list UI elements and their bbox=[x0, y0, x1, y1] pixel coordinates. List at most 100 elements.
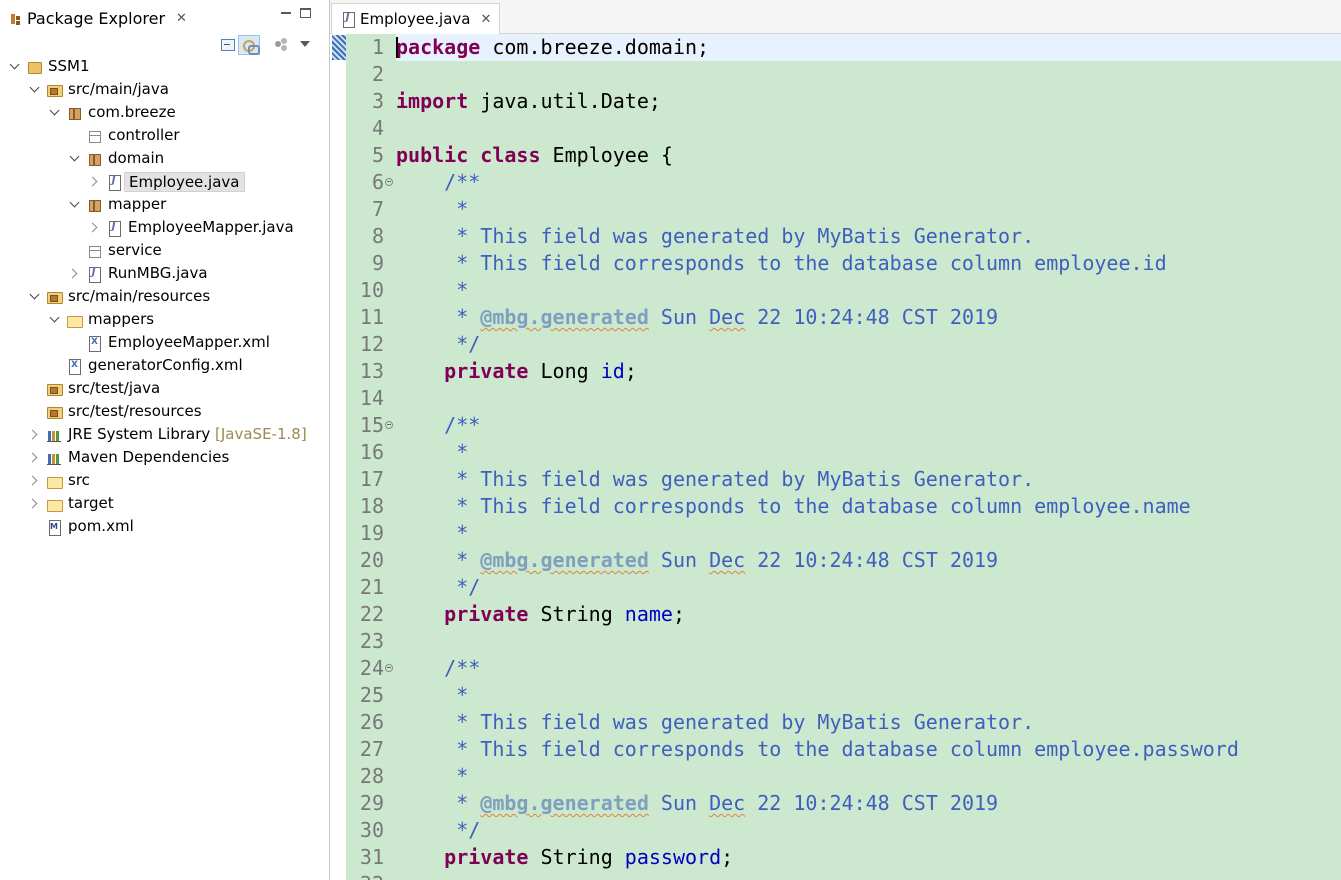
chevron-down-icon[interactable] bbox=[68, 197, 82, 211]
text-caret bbox=[396, 37, 398, 58]
chevron-right-icon[interactable] bbox=[28, 496, 42, 510]
view-menu-icon[interactable] bbox=[298, 35, 312, 55]
chevron-down-icon[interactable] bbox=[28, 82, 42, 96]
package-explorer-tab[interactable]: Package Explorer ✕ bbox=[4, 3, 193, 34]
tree-item[interactable]: SSM1 bbox=[0, 55, 329, 78]
line-number: 2 bbox=[371, 62, 384, 86]
chevron-right-icon[interactable] bbox=[28, 473, 42, 487]
code-token: /** bbox=[396, 656, 481, 680]
line-number: 11 bbox=[359, 305, 384, 329]
code-token: 22 10:24:48 CST 2019 bbox=[745, 548, 999, 572]
tree-item[interactable]: Employee.java bbox=[0, 170, 329, 193]
empty-package-icon bbox=[86, 128, 102, 144]
line-number: 27 bbox=[359, 737, 384, 761]
tree-item-label: src/test/resources bbox=[68, 402, 202, 420]
link-with-editor-icon[interactable] bbox=[238, 35, 260, 55]
tree-item[interactable]: pom.xml bbox=[0, 515, 329, 538]
tree-item-label: EmployeeMapper.java bbox=[128, 218, 294, 236]
code-token: com.breeze.domain; bbox=[480, 35, 710, 59]
code-token: private bbox=[444, 845, 529, 869]
chevron-right-icon[interactable] bbox=[68, 266, 82, 280]
code-token: * This field corresponds to the database… bbox=[396, 494, 1191, 518]
close-icon[interactable]: ✕ bbox=[481, 12, 492, 27]
maven-pom-icon bbox=[46, 519, 62, 536]
tree-item[interactable]: src/main/resources bbox=[0, 285, 329, 308]
source-folder-icon bbox=[46, 289, 63, 305]
collapse-all-icon[interactable] bbox=[218, 35, 238, 55]
chevron-down-icon[interactable] bbox=[48, 105, 62, 119]
chevron-down-icon[interactable] bbox=[48, 312, 62, 326]
tree-item[interactable]: com.breeze bbox=[0, 101, 329, 124]
line-number: 30 bbox=[359, 818, 384, 842]
tree-item[interactable]: src/test/java bbox=[0, 377, 329, 400]
tree-item[interactable]: target bbox=[0, 492, 329, 515]
line-number: 12 bbox=[359, 332, 384, 356]
tree-item[interactable]: mappers bbox=[0, 308, 329, 331]
chevron-right-icon[interactable] bbox=[28, 450, 42, 464]
code-line: * This field corresponds to the database… bbox=[396, 493, 1191, 520]
chevron-right-icon[interactable] bbox=[28, 427, 42, 441]
code-token: package bbox=[396, 35, 481, 59]
chevron-down-icon[interactable] bbox=[28, 289, 42, 303]
tree-item[interactable]: EmployeeMapper.java bbox=[0, 216, 329, 239]
tree-item[interactable]: controller bbox=[0, 124, 329, 147]
fold-collapse-icon[interactable] bbox=[384, 177, 394, 187]
code-token: 22 10:24:48 CST 2019 bbox=[745, 791, 999, 815]
code-line: * This field was generated by MyBatis Ge… bbox=[396, 466, 1034, 493]
line-number: 25 bbox=[359, 683, 384, 707]
fold-collapse-icon[interactable] bbox=[384, 663, 394, 673]
package-icon bbox=[86, 151, 102, 167]
code-token: * bbox=[396, 305, 481, 329]
editor-tab-employee-java[interactable]: Employee.java ✕ bbox=[331, 3, 501, 34]
line-number: 28 bbox=[359, 764, 384, 788]
chevron-right-icon[interactable] bbox=[88, 174, 102, 188]
code-token: @mbg.generated bbox=[480, 548, 649, 572]
minimize-icon[interactable] bbox=[279, 4, 293, 18]
tree-item[interactable]: RunMBG.java bbox=[0, 262, 329, 285]
close-icon[interactable]: ✕ bbox=[176, 11, 187, 26]
tree-item[interactable]: service bbox=[0, 239, 329, 262]
maximize-icon[interactable] bbox=[300, 8, 311, 18]
fold-collapse-icon[interactable] bbox=[384, 420, 394, 430]
editor-body: 1 2 3 4 5 6 7 8 9 10 11 12 13 14 15 16 17 18 19 20 21 22 23 24 2… bbox=[330, 34, 1341, 880]
code-line: private String name; bbox=[396, 601, 685, 628]
code-token: * This field corresponds to the database… bbox=[396, 737, 1239, 761]
tree-item[interactable]: mapper bbox=[0, 193, 329, 216]
line-number: 15 bbox=[359, 413, 384, 437]
chevron-down-icon[interactable] bbox=[68, 151, 82, 165]
tree-item[interactable]: domain bbox=[0, 147, 329, 170]
code-token: class bbox=[480, 143, 541, 167]
tree-item[interactable]: Maven Dependencies bbox=[0, 446, 329, 469]
tree-item-label: controller bbox=[108, 126, 180, 144]
line-number: 29 bbox=[359, 791, 384, 815]
code-line: * bbox=[396, 196, 468, 223]
line-number: 7 bbox=[371, 197, 384, 221]
chevron-right-icon[interactable] bbox=[88, 220, 102, 234]
tree-item[interactable]: src bbox=[0, 469, 329, 492]
code-line: public class Employee { bbox=[396, 142, 673, 169]
code-line: * This field was generated by MyBatis Ge… bbox=[396, 709, 1034, 736]
chevron-down-icon[interactable] bbox=[8, 59, 22, 73]
tree-item[interactable]: JRE System Library [JavaSE-1.8] bbox=[0, 423, 329, 446]
code-area[interactable]: package com.breeze.domain; import java.ut… bbox=[396, 34, 1341, 880]
tree-item[interactable]: src/main/java bbox=[0, 78, 329, 101]
code-token: Dec bbox=[709, 305, 746, 329]
code-line: * bbox=[396, 277, 468, 304]
focus-on-active-task-icon[interactable] bbox=[272, 35, 292, 55]
line-number: 21 bbox=[359, 575, 384, 599]
line-number: 10 bbox=[359, 278, 384, 302]
code-line: * @mbg.generated Sun Dec 22 10:24:48 CST… bbox=[396, 790, 998, 817]
code-token: */ bbox=[396, 818, 481, 842]
tree-item[interactable]: EmployeeMapper.xml bbox=[0, 331, 329, 354]
tree-item[interactable]: generatorConfig.xml bbox=[0, 354, 329, 377]
tree-item-label: src/main/java bbox=[68, 80, 169, 98]
line-number-gutter: 1 2 3 4 5 6 7 8 9 10 11 12 13 14 15 16 17 18 19 20 21 22 23 24 2… bbox=[346, 34, 396, 880]
tree-item[interactable]: src/test/resources bbox=[0, 400, 329, 423]
editor-tab-bar: Employee.java ✕ bbox=[330, 0, 1341, 34]
code-token: * This field was generated by MyBatis Ge… bbox=[396, 710, 1035, 734]
code-line: */ bbox=[396, 331, 480, 358]
source-folder-icon bbox=[46, 381, 63, 397]
code-line: * This field was generated by MyBatis Ge… bbox=[396, 223, 1034, 250]
code-line: /** bbox=[396, 412, 480, 439]
code-token: ; bbox=[672, 602, 686, 626]
